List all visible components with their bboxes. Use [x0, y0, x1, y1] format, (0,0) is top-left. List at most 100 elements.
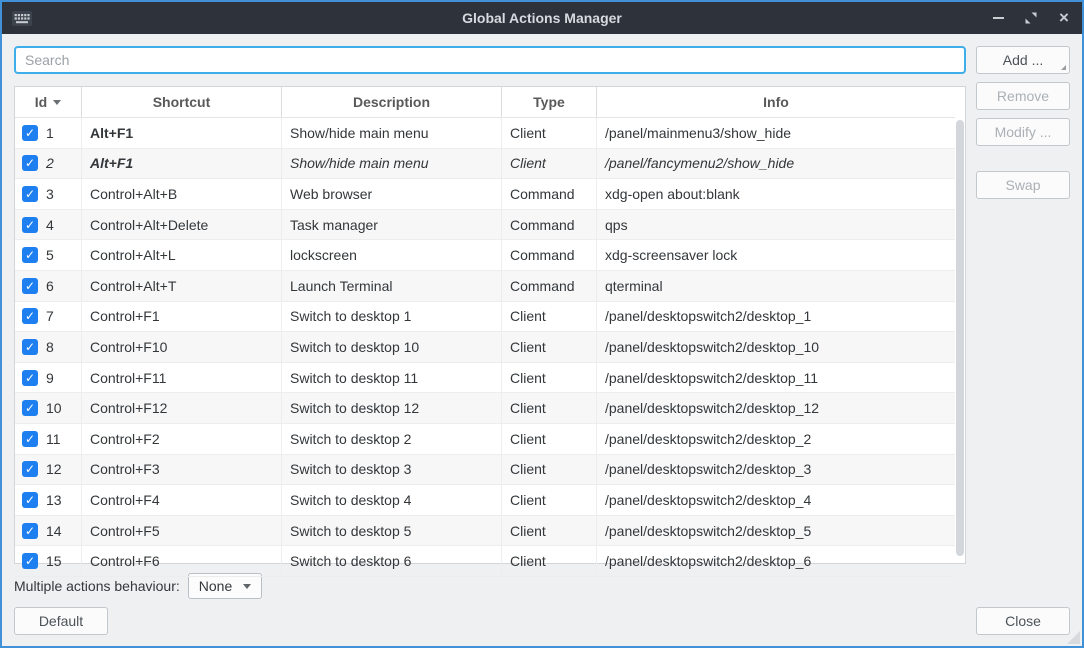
table-row[interactable]: ✓11Control+F2Switch to desktop 2Client/p…: [15, 424, 955, 455]
cell-info: /panel/desktopswitch2/desktop_4: [597, 485, 955, 515]
window-title: Global Actions Manager: [2, 10, 1082, 26]
row-checkbox[interactable]: ✓: [22, 155, 38, 171]
cell-info: /panel/mainmenu3/show_hide: [597, 118, 955, 148]
cell-info: /panel/desktopswitch2/desktop_10: [597, 332, 955, 362]
cell-type: Client: [502, 118, 597, 148]
table-row[interactable]: ✓14Control+F5Switch to desktop 5Client/p…: [15, 516, 955, 547]
row-checkbox[interactable]: ✓: [22, 339, 38, 355]
behaviour-label: Multiple actions behaviour:: [14, 578, 180, 594]
column-header-description[interactable]: Description: [282, 87, 502, 117]
table-row[interactable]: ✓2Alt+F1Show/hide main menuClient/panel/…: [15, 149, 955, 180]
maximize-button[interactable]: [1023, 10, 1039, 26]
swap-button[interactable]: Swap: [976, 171, 1070, 199]
row-checkbox[interactable]: ✓: [22, 523, 38, 539]
table-row[interactable]: ✓7Control+F1Switch to desktop 1Client/pa…: [15, 302, 955, 333]
row-checkbox[interactable]: ✓: [22, 370, 38, 386]
row-checkbox[interactable]: ✓: [22, 553, 38, 569]
table-row[interactable]: ✓1Alt+F1Show/hide main menuClient/panel/…: [15, 118, 955, 149]
cell-description: Switch to desktop 4: [282, 485, 502, 515]
column-header-shortcut[interactable]: Shortcut: [82, 87, 282, 117]
cell-id: ✓11: [15, 424, 82, 454]
cell-type: Command: [502, 210, 597, 240]
column-header-info[interactable]: Info: [597, 87, 955, 117]
cell-id: ✓2: [15, 149, 82, 179]
row-id: 8: [46, 339, 54, 355]
cell-id: ✓10: [15, 393, 82, 423]
row-id: 6: [46, 278, 54, 294]
close-button[interactable]: Close: [976, 607, 1070, 635]
cell-type: Command: [502, 271, 597, 301]
cell-shortcut: Control+F11: [82, 363, 282, 393]
row-checkbox[interactable]: ✓: [22, 247, 38, 263]
titlebar[interactable]: Global Actions Manager ×: [2, 2, 1082, 34]
table-row[interactable]: ✓9Control+F11Switch to desktop 11Client/…: [15, 363, 955, 394]
row-checkbox[interactable]: ✓: [22, 308, 38, 324]
cell-info: xdg-screensaver lock: [597, 240, 955, 270]
cell-shortcut: Control+F12: [82, 393, 282, 423]
cell-type: Client: [502, 363, 597, 393]
table-body: ✓1Alt+F1Show/hide main menuClient/panel/…: [15, 118, 955, 577]
cell-id: ✓9: [15, 363, 82, 393]
cell-description: Switch to desktop 3: [282, 455, 502, 485]
cell-type: Client: [502, 302, 597, 332]
cell-id: ✓6: [15, 271, 82, 301]
cell-type: Client: [502, 393, 597, 423]
cell-type: Client: [502, 332, 597, 362]
cell-description: Switch to desktop 1: [282, 302, 502, 332]
table-row[interactable]: ✓5Control+Alt+LlockscreenCommandxdg-scre…: [15, 240, 955, 271]
cell-description: Task manager: [282, 210, 502, 240]
chevron-down-icon: [243, 584, 251, 589]
table-row[interactable]: ✓15Control+F6Switch to desktop 6Client/p…: [15, 546, 955, 577]
minimize-button[interactable]: [990, 10, 1006, 26]
row-checkbox[interactable]: ✓: [22, 431, 38, 447]
maximize-icon: [1025, 12, 1037, 24]
row-id: 9: [46, 370, 54, 386]
resize-grip[interactable]: [1067, 631, 1080, 644]
cell-info: qps: [597, 210, 955, 240]
cell-info: qterminal: [597, 271, 955, 301]
remove-button[interactable]: Remove: [976, 82, 1070, 110]
cell-shortcut: Control+F1: [82, 302, 282, 332]
row-checkbox[interactable]: ✓: [22, 492, 38, 508]
row-checkbox[interactable]: ✓: [22, 400, 38, 416]
cell-shortcut: Alt+F1: [82, 149, 282, 179]
row-checkbox[interactable]: ✓: [22, 461, 38, 477]
search-input[interactable]: [14, 46, 966, 74]
cell-type: Client: [502, 424, 597, 454]
column-header-type[interactable]: Type: [502, 87, 597, 117]
row-checkbox[interactable]: ✓: [22, 217, 38, 233]
global-actions-manager-window: { "window": { "title": "Global Actions M…: [0, 0, 1084, 648]
cell-type: Client: [502, 546, 597, 576]
cell-description: Switch to desktop 10: [282, 332, 502, 362]
table-row[interactable]: ✓10Control+F12Switch to desktop 12Client…: [15, 393, 955, 424]
row-checkbox[interactable]: ✓: [22, 125, 38, 141]
table-row[interactable]: ✓3Control+Alt+BWeb browserCommandxdg-ope…: [15, 179, 955, 210]
row-checkbox[interactable]: ✓: [22, 186, 38, 202]
cell-type: Client: [502, 516, 597, 546]
cell-description: Web browser: [282, 179, 502, 209]
cell-id: ✓1: [15, 118, 82, 148]
action-buttons: Add ... Remove Modify ... Swap: [976, 46, 1070, 599]
close-button-titlebar[interactable]: ×: [1056, 10, 1072, 26]
table-row[interactable]: ✓8Control+F10Switch to desktop 10Client/…: [15, 332, 955, 363]
vertical-scrollbar[interactable]: [956, 120, 964, 556]
table-row[interactable]: ✓6Control+Alt+TLaunch TerminalCommandqte…: [15, 271, 955, 302]
shortcuts-table: Id Shortcut Description Type Info ✓1Alt+…: [14, 86, 966, 564]
add-button[interactable]: Add ...: [976, 46, 1070, 74]
table-row[interactable]: ✓4Control+Alt+DeleteTask managerCommandq…: [15, 210, 955, 241]
row-id: 3: [46, 186, 54, 202]
cell-id: ✓13: [15, 485, 82, 515]
row-id: 2: [46, 155, 54, 171]
row-checkbox[interactable]: ✓: [22, 278, 38, 294]
table-row[interactable]: ✓12Control+F3Switch to desktop 3Client/p…: [15, 455, 955, 486]
cell-info: /panel/desktopswitch2/desktop_6: [597, 546, 955, 576]
menu-corner-icon: [1061, 65, 1066, 70]
cell-shortcut: Control+F2: [82, 424, 282, 454]
behaviour-selected-value: None: [199, 578, 232, 594]
table-row[interactable]: ✓13Control+F4Switch to desktop 4Client/p…: [15, 485, 955, 516]
column-header-id[interactable]: Id: [15, 87, 82, 117]
cell-type: Command: [502, 179, 597, 209]
cell-shortcut: Control+F4: [82, 485, 282, 515]
default-button[interactable]: Default: [14, 607, 108, 635]
modify-button[interactable]: Modify ...: [976, 118, 1070, 146]
